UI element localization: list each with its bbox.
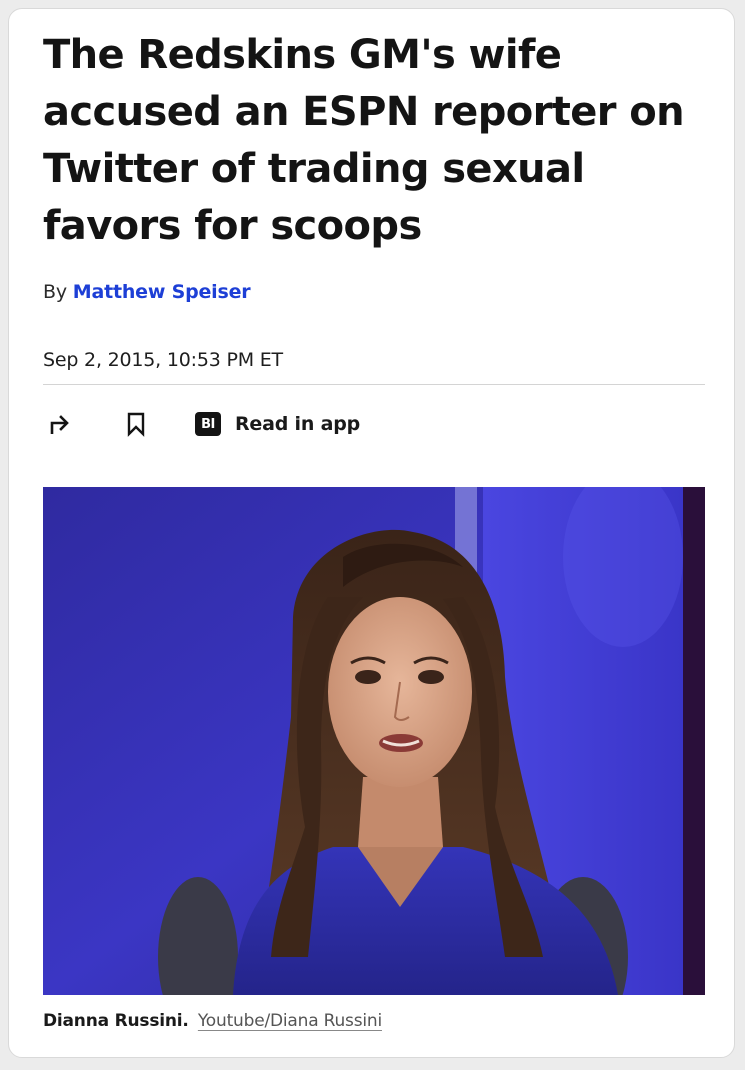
article-photo: [43, 487, 705, 995]
article-headline: The Redskins GM's wife accused an ESPN r…: [43, 32, 685, 249]
photo-caption: Dianna Russini. Youtube/Diana Russini: [43, 1011, 382, 1031]
bookmark-icon: [127, 412, 145, 437]
byline-prefix: By: [43, 281, 67, 303]
bi-logo-icon: BI: [195, 412, 221, 436]
divider: [43, 384, 705, 385]
byline: By Matthew Speiser: [43, 281, 251, 303]
article-card: The Redskins GM's wife accused an ESPN r…: [8, 8, 735, 1058]
article-actions: BI Read in app: [43, 407, 705, 441]
photo-illustration: [43, 487, 705, 995]
read-in-app-button[interactable]: BI Read in app: [195, 407, 360, 441]
read-in-app-label: Read in app: [235, 413, 361, 435]
bookmark-button[interactable]: [119, 407, 153, 441]
share-button[interactable]: [43, 407, 77, 441]
publish-date: Sep 2, 2015, 10:53 PM ET: [43, 349, 283, 371]
author-link[interactable]: Matthew Speiser: [73, 281, 251, 303]
caption-credit-link[interactable]: Youtube/Diana Russini: [198, 1011, 382, 1031]
share-arrow-icon: [50, 415, 69, 434]
caption-name: Dianna Russini.: [43, 1011, 189, 1031]
